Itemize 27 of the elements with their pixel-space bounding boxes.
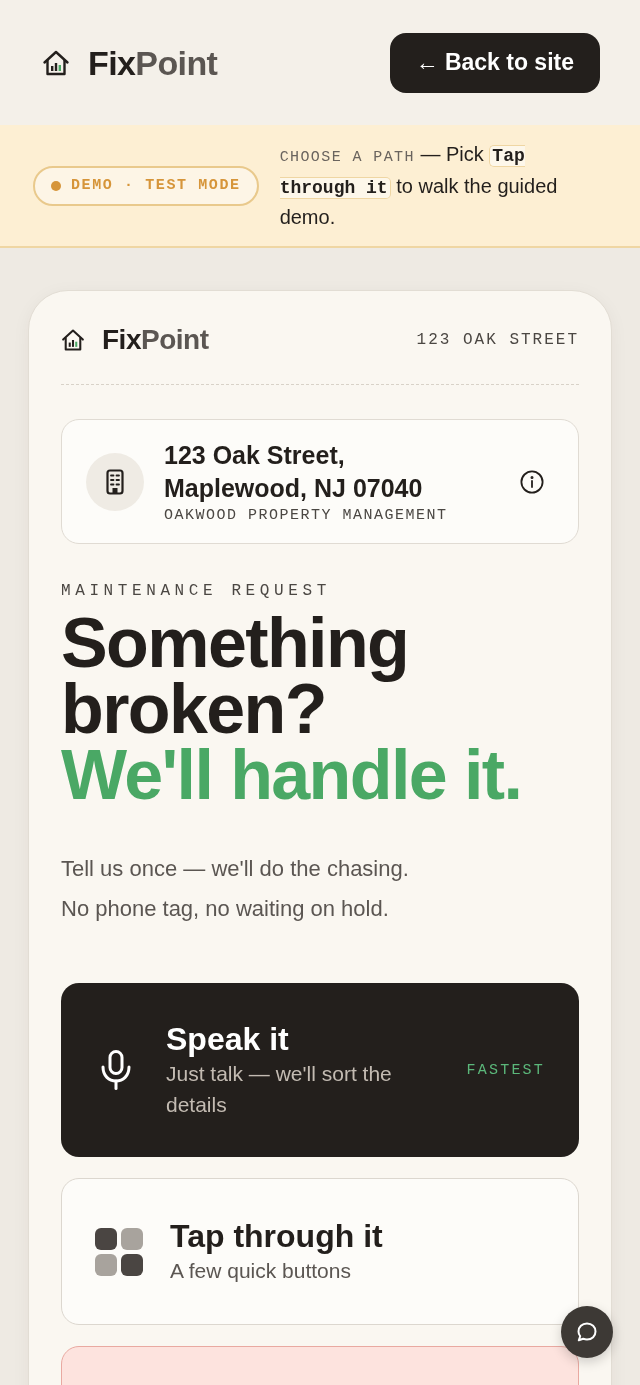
property-address: 123 Oak Street, Maplewood, NJ 07040 [164,440,424,504]
building-icon [86,452,144,511]
headline-accent: We'll handle it. [61,742,523,808]
property-manager: OAKWOOD PROPERTY MANAGEMENT [164,507,449,524]
info-icon[interactable] [520,469,544,494]
speak-option-card[interactable]: Speak it Just talk — we'll sort the details FASTEST [61,983,579,1157]
subtitle-line: No phone tag, no waiting on hold. [61,895,390,923]
tap-option-card[interactable]: Tap through it A few quick buttons [61,1178,579,1325]
status-dot-icon [51,180,61,191]
back-to-site-button[interactable]: ← Back to site [389,32,600,93]
microphone-icon [100,1050,132,1090]
house-chart-icon [42,48,70,77]
fixpoint-wordmark: FixPoint [102,323,209,357]
fastest-label: FASTEST [466,1061,545,1079]
option-title: Tap through it [170,1217,384,1255]
option-title: Speak it [166,1020,290,1058]
option-description: A few quick buttons [170,1258,352,1284]
house-chart-icon [61,328,85,352]
option-description: Just talk — we'll sort the details [166,1061,393,1118]
subtitle-line: Tell us once — we'll do the chasing. [61,855,410,883]
grid-tiles-icon [95,1227,143,1276]
headline: Something broken? [61,610,410,742]
fixpoint-wordmark: FixPoint [88,42,218,83]
address-label: 123 OAK STREET [416,331,579,349]
demo-mode-badge: DEMO · TEST MODE [33,165,259,206]
section-eyebrow: MAINTENANCE REQUEST [61,582,332,600]
chat-bubble-icon [575,1320,599,1344]
